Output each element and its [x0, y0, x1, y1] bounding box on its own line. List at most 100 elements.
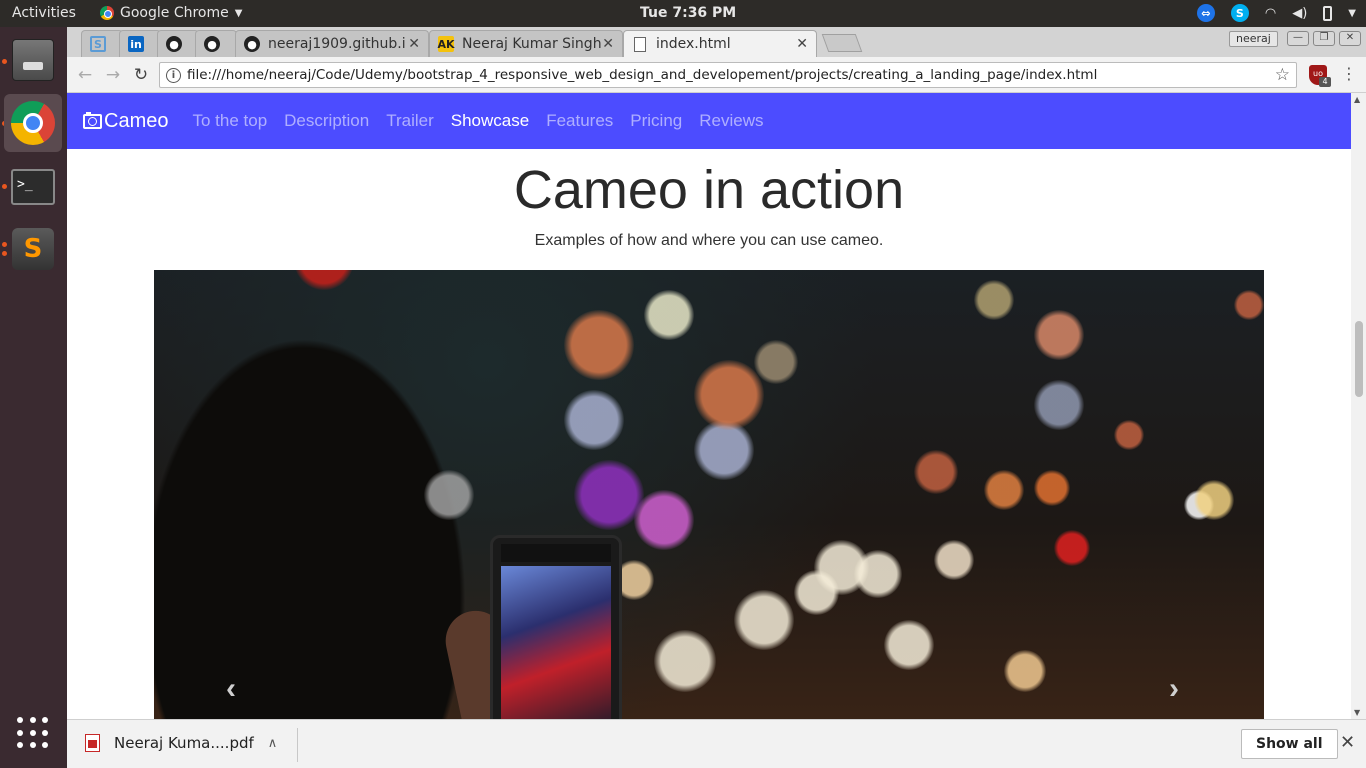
tab-title: index.html: [656, 36, 731, 52]
bookmark-star-icon[interactable]: ☆: [1275, 65, 1290, 85]
bokeh-light: [654, 630, 716, 692]
bokeh-light: [884, 620, 934, 670]
chevron-down-icon: ▼: [234, 7, 243, 19]
bokeh-light: [1034, 380, 1084, 430]
nav-links: To the top Description Trailer Showcase Feat…: [192, 111, 763, 131]
nav-link-pricing[interactable]: Pricing: [630, 111, 682, 131]
url-text: file:///home/neeraj/Code/Udemy/bootstrap…: [187, 67, 1098, 83]
show-all-button[interactable]: Show all: [1241, 729, 1338, 759]
files-icon: [12, 39, 54, 81]
new-tab-button[interactable]: [821, 34, 863, 52]
address-bar[interactable]: i file:///home/neeraj/Code/Udemy/bootstr…: [159, 62, 1297, 88]
nav-link-description[interactable]: Description: [284, 111, 369, 131]
download-item[interactable]: Neeraj Kuma....pdf ∧: [85, 734, 277, 752]
bokeh-light: [644, 290, 694, 340]
launcher-dock: >_ S: [0, 27, 67, 768]
back-button[interactable]: ←: [75, 65, 95, 85]
nav-link-features[interactable]: Features: [546, 111, 613, 131]
brand-link[interactable]: Cameo: [83, 110, 168, 133]
clock[interactable]: Tue 7:36 PM: [640, 5, 736, 21]
profile-button[interactable]: neeraj: [1229, 31, 1278, 47]
close-window-button[interactable]: ✕: [1339, 31, 1361, 46]
forward-button[interactable]: →: [103, 65, 123, 85]
nav-link-showcase[interactable]: Showcase: [451, 111, 529, 131]
scrollbar-thumb[interactable]: [1355, 321, 1363, 397]
nav-link-to-the-top[interactable]: To the top: [192, 111, 267, 131]
app-menu[interactable]: Google Chrome ▼: [100, 5, 242, 21]
divider: [297, 728, 298, 762]
tab-linkedin[interactable]: in: [119, 30, 161, 57]
bokeh-light: [1034, 470, 1070, 506]
document-icon: [632, 36, 648, 52]
bokeh-light: [1194, 480, 1234, 520]
pdf-file-icon: [85, 734, 100, 752]
github-icon: ●: [244, 36, 260, 52]
skype-icon[interactable]: S: [1230, 4, 1249, 22]
system-menu-chevron-icon[interactable]: ▼: [1348, 8, 1356, 19]
carousel-next-icon[interactable]: ›: [1169, 672, 1179, 706]
system-tray: ⇔ S ◠ ◀) ▼: [1196, 4, 1356, 22]
terminal-icon: >_: [11, 169, 55, 205]
bokeh-light: [734, 590, 794, 650]
bokeh-light: [1114, 420, 1144, 450]
tab-s[interactable]: S: [81, 30, 123, 57]
reload-button[interactable]: ↻: [131, 65, 151, 85]
chrome-icon: [11, 101, 55, 145]
tab-neeraj-profile[interactable]: AK Neeraj Kumar Singh ✕: [429, 30, 623, 57]
download-bar: Neeraj Kuma....pdf ∧ Show all ✕: [67, 719, 1366, 768]
sublime-launcher[interactable]: S: [4, 220, 62, 278]
camera-icon: [83, 111, 102, 129]
linkedin-icon: in: [128, 36, 144, 52]
close-icon[interactable]: ✕: [602, 36, 614, 52]
bokeh-light: [914, 450, 958, 494]
wifi-icon[interactable]: ◠: [1265, 6, 1276, 21]
show-applications-icon[interactable]: [17, 717, 49, 749]
bokeh-light: [794, 570, 839, 615]
page-scrollbar[interactable]: ▲ ▼: [1351, 93, 1366, 719]
tab-title: Neeraj Kumar Singh: [462, 36, 602, 52]
bokeh-light: [694, 360, 764, 430]
tab-github-1[interactable]: ●: [157, 30, 199, 57]
tab-title: neeraj1909.github.i: [268, 36, 406, 52]
bokeh-light: [934, 540, 974, 580]
sublime-text-icon: S: [12, 228, 54, 270]
chrome-menu-icon[interactable]: ⋮: [1341, 64, 1357, 83]
close-icon[interactable]: ✕: [1340, 732, 1355, 753]
chrome-launcher[interactable]: [4, 94, 62, 152]
section-title: Cameo in action: [513, 160, 905, 220]
s-icon: S: [90, 36, 106, 52]
browser-toolbar: ← → ↻ i file:///home/neeraj/Code/Udemy/b…: [67, 57, 1366, 93]
activities-button[interactable]: Activities: [12, 5, 76, 21]
terminal-launcher[interactable]: >_: [4, 158, 62, 216]
bokeh-light: [424, 470, 474, 520]
nav-link-trailer[interactable]: Trailer: [386, 111, 434, 131]
scroll-up-icon[interactable]: ▲: [1354, 95, 1360, 104]
nav-link-reviews[interactable]: Reviews: [699, 111, 763, 131]
bokeh-light: [564, 390, 624, 450]
close-icon[interactable]: ✕: [408, 36, 420, 52]
tab-github-2[interactable]: ●: [195, 30, 237, 57]
chevron-up-icon[interactable]: ∧: [268, 736, 278, 751]
bokeh-light: [984, 470, 1024, 510]
minimize-button[interactable]: —: [1287, 31, 1309, 46]
bokeh-light: [754, 340, 798, 384]
tab-strip: S in ● ● ● neeraj1909.github.i ✕ AK Neer…: [67, 27, 1366, 57]
bokeh-light: [564, 310, 634, 380]
carousel-prev-icon[interactable]: ‹: [226, 672, 236, 706]
volume-icon[interactable]: ◀): [1292, 6, 1307, 21]
maximize-button[interactable]: ❐: [1313, 31, 1335, 46]
files-launcher[interactable]: [4, 31, 62, 89]
brand-name: Cameo: [104, 109, 169, 132]
battery-icon[interactable]: [1323, 5, 1333, 21]
bokeh-light: [1004, 650, 1046, 692]
tab-github-pages[interactable]: ● neeraj1909.github.i ✕: [235, 30, 429, 57]
download-filename: Neeraj Kuma....pdf: [114, 734, 254, 752]
info-icon[interactable]: i: [166, 67, 181, 83]
tab-index-html[interactable]: index.html ✕: [623, 30, 817, 57]
showcase-carousel: ‹ ›: [154, 270, 1264, 719]
bokeh-light: [294, 270, 354, 290]
phone-image: [490, 535, 622, 719]
teamviewer-icon[interactable]: ⇔: [1196, 4, 1215, 22]
scroll-down-icon[interactable]: ▼: [1354, 708, 1360, 717]
close-icon[interactable]: ✕: [796, 36, 808, 52]
